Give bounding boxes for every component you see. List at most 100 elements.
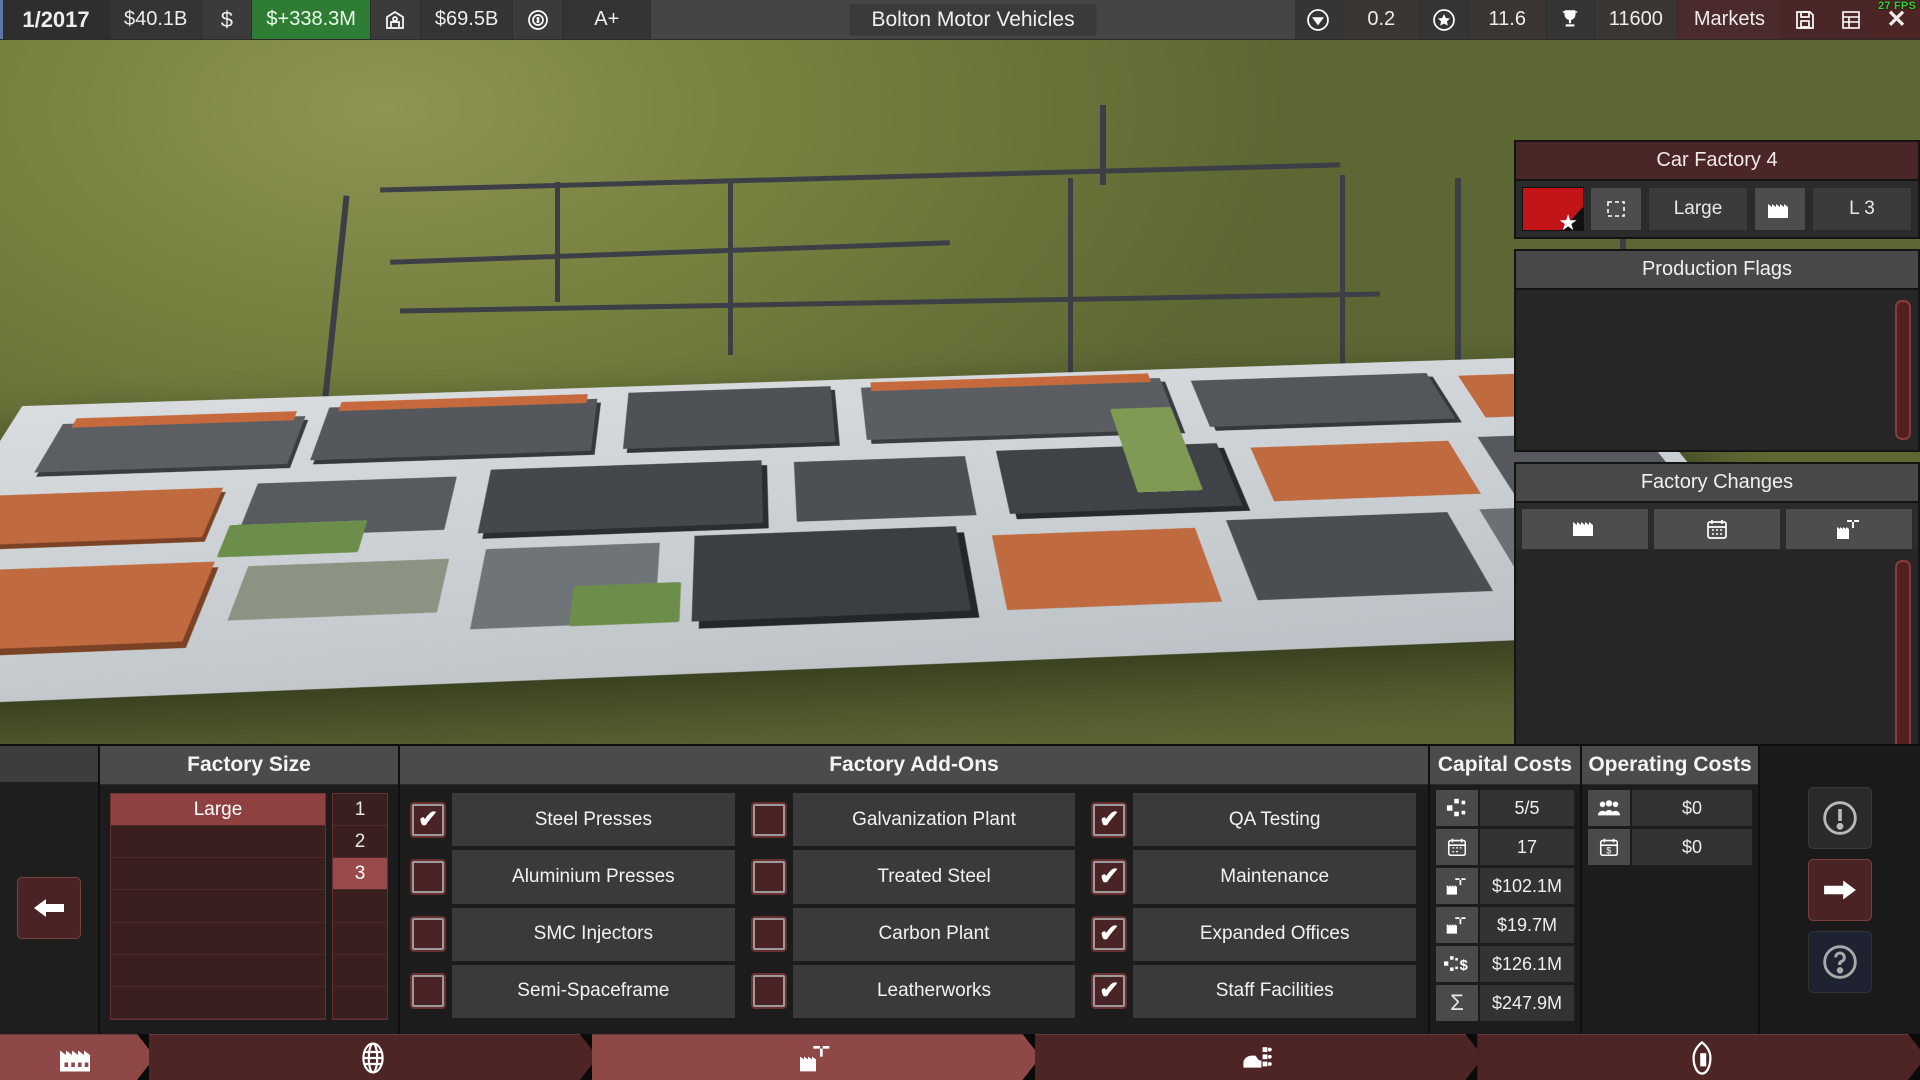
checkbox-aluminium-presses[interactable] xyxy=(412,861,444,893)
size-number-3[interactable]: 3 xyxy=(333,858,387,890)
size-number-1[interactable]: 1 xyxy=(333,794,387,826)
markets-button[interactable]: Markets xyxy=(1678,0,1782,39)
checkbox-semi-spaceframe[interactable] xyxy=(412,975,444,1007)
capital-cost-value: $247.9M xyxy=(1480,985,1574,1021)
size-number-6[interactable] xyxy=(333,955,387,987)
factory-icon[interactable] xyxy=(1754,187,1806,231)
capital-cost-value: 17 xyxy=(1480,829,1574,865)
size-option-6[interactable] xyxy=(111,955,325,987)
addon-label[interactable]: Treated Steel xyxy=(793,850,1076,903)
addon-label[interactable]: QA Testing xyxy=(1133,793,1416,846)
gem-icon[interactable] xyxy=(1295,0,1343,39)
checkbox-smc-injectors[interactable] xyxy=(412,918,444,950)
factory-size-label: Large xyxy=(1648,187,1748,231)
gem-value: 0.2 xyxy=(1343,0,1421,39)
factory-changes-list[interactable] xyxy=(1516,550,1918,760)
size-option-7[interactable] xyxy=(111,987,325,1019)
checkbox-treated-steel[interactable] xyxy=(753,861,785,893)
factory-size-section: Factory Size Large 1 2 3 xyxy=(100,746,400,1034)
size-option-2[interactable] xyxy=(111,826,325,858)
addon-label[interactable]: Aluminium Presses xyxy=(452,850,735,903)
coin-icon[interactable] xyxy=(513,0,563,39)
modules-cost-icon: $ xyxy=(1436,946,1478,982)
tab-factory[interactable] xyxy=(1521,508,1649,550)
list-item: Semi-Spaceframe xyxy=(412,965,735,1018)
addon-label[interactable]: Maintenance xyxy=(1133,850,1416,903)
list-item: Carbon Plant xyxy=(753,908,1076,961)
factory-size-list[interactable]: Large xyxy=(110,793,326,1020)
operating-costs-title: Operating Costs xyxy=(1582,746,1758,785)
star-icon[interactable] xyxy=(1421,0,1469,39)
production-flags-scrollbar[interactable] xyxy=(1895,300,1911,440)
checkbox-expanded-offices[interactable]: ✔ xyxy=(1093,918,1125,950)
size-option-4[interactable] xyxy=(111,890,325,922)
size-number-7[interactable] xyxy=(333,987,387,1019)
production-flags-panel: Production Flags xyxy=(1514,249,1920,452)
size-option-large[interactable]: Large xyxy=(111,794,325,826)
addon-label[interactable]: Leatherworks xyxy=(793,965,1076,1018)
nav-design[interactable] xyxy=(1035,1034,1484,1080)
checkbox-carbon-plant[interactable] xyxy=(753,918,785,950)
capital-cost-value: 5/5 xyxy=(1480,790,1574,826)
factory-size-title: Factory Size xyxy=(100,746,398,785)
factory-line-label: L 3 xyxy=(1812,187,1912,231)
checkbox-leatherworks[interactable] xyxy=(753,975,785,1007)
nav-engine[interactable] xyxy=(1477,1034,1920,1080)
nav-factory[interactable] xyxy=(0,1034,155,1080)
list-item: ✔ Staff Facilities xyxy=(1093,965,1416,1018)
checkbox-staff-facilities[interactable]: ✔ xyxy=(1093,975,1125,1007)
checkbox-steel-presses[interactable]: ✔ xyxy=(412,804,444,836)
size-number-4[interactable] xyxy=(333,890,387,922)
size-option-5[interactable] xyxy=(111,923,325,955)
action-buttons-column xyxy=(1760,746,1920,1034)
addon-label[interactable]: Semi-Spaceframe xyxy=(452,965,735,1018)
calendar-cost-icon: $ xyxy=(1588,829,1630,865)
addon-label[interactable]: Staff Facilities xyxy=(1133,965,1416,1018)
addon-label[interactable]: Carbon Plant xyxy=(793,908,1076,961)
save-icon[interactable] xyxy=(1782,0,1828,39)
trophy-icon[interactable] xyxy=(1547,0,1595,39)
table-row: $102.1M xyxy=(1436,868,1574,904)
question-circle-icon[interactable] xyxy=(1808,931,1872,993)
nav-world[interactable] xyxy=(149,1034,598,1080)
checkbox-maintenance[interactable]: ✔ xyxy=(1093,861,1125,893)
addon-label[interactable]: SMC Injectors xyxy=(452,908,735,961)
bottom-nav-bar xyxy=(0,1034,1920,1080)
reports-icon[interactable] xyxy=(1828,0,1874,39)
dollar-icon[interactable]: $ xyxy=(202,0,252,39)
star-value: 11.6 xyxy=(1469,0,1547,39)
game-screen: 1/2017 $40.1B $ $+338.3M $69.5B A+ Bolto… xyxy=(0,0,1920,1080)
factory-addons-section: Factory Add-Ons ✔ Steel Presses Aluminiu… xyxy=(400,746,1430,1034)
addon-label[interactable]: Expanded Offices xyxy=(1133,908,1416,961)
list-item: SMC Injectors xyxy=(412,908,735,961)
arrow-right-icon[interactable] xyxy=(1808,859,1872,921)
list-item: Aluminium Presses xyxy=(412,850,735,903)
table-row: $ $126.1M xyxy=(1436,946,1574,982)
production-flags-list[interactable] xyxy=(1516,290,1918,450)
table-row: $ $0 xyxy=(1588,829,1752,865)
company-value: $69.5B xyxy=(421,0,513,39)
addon-label[interactable]: Steel Presses xyxy=(452,793,735,846)
exclamation-circle-icon[interactable] xyxy=(1808,787,1872,849)
fps-counter: 27 FPS xyxy=(1878,0,1916,12)
addon-column-1: ✔ Steel Presses Aluminium Presses SMC In… xyxy=(412,793,735,1018)
tab-construction[interactable] xyxy=(1785,508,1913,550)
list-item: Leatherworks xyxy=(753,965,1076,1018)
list-item: ✔ Steel Presses xyxy=(412,793,735,846)
factory-changes-scrollbar[interactable] xyxy=(1895,560,1911,750)
checkbox-qa-testing[interactable]: ✔ xyxy=(1093,804,1125,836)
checkbox-galvanization-plant[interactable] xyxy=(753,804,785,836)
arrow-left-icon[interactable] xyxy=(17,877,81,939)
size-number-2[interactable]: 2 xyxy=(333,826,387,858)
footprint-icon[interactable] xyxy=(1590,187,1642,231)
tab-calendar[interactable] xyxy=(1653,508,1781,550)
company-value-icon[interactable] xyxy=(371,0,421,39)
game-date: 1/2017 xyxy=(0,0,110,39)
bottom-panel: Factory Size Large 1 2 3 xyxy=(0,744,1920,1034)
size-number-5[interactable] xyxy=(333,923,387,955)
factory-size-number-list[interactable]: 1 2 3 xyxy=(332,793,388,1020)
size-option-3[interactable] xyxy=(111,858,325,890)
nav-production[interactable] xyxy=(592,1034,1041,1080)
addon-label[interactable]: Galvanization Plant xyxy=(793,793,1076,846)
list-item: Treated Steel xyxy=(753,850,1076,903)
